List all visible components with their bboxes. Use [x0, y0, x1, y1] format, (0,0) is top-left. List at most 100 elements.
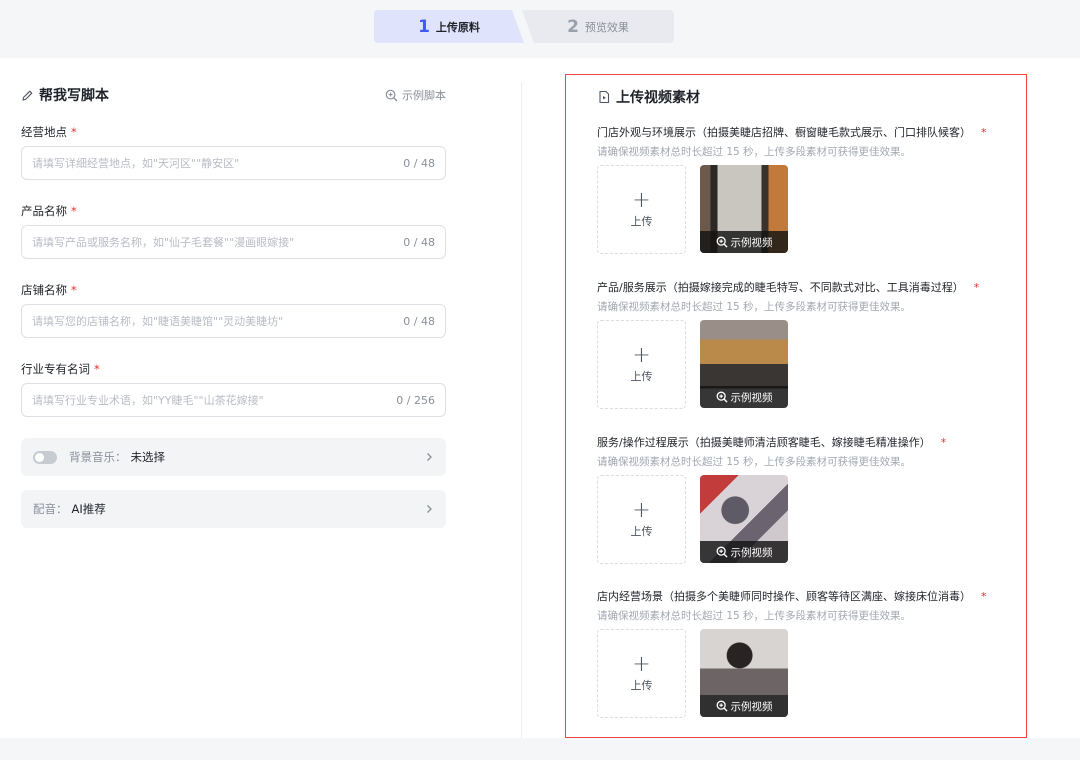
voiceover-row[interactable]: 配音： AI推荐 [21, 490, 446, 528]
step-label: 上传原料 [435, 20, 480, 34]
section-title: 店内经营场景（拍摄多个美睫师同时操作、顾客等待区满座、嫁接床位消毒） * [597, 589, 1022, 605]
zoom-in-icon [716, 546, 728, 558]
panel-divider [521, 82, 522, 738]
plus-icon: + [632, 187, 651, 213]
char-counter: 0 / 48 [403, 235, 435, 249]
section-title-text: 服务/操作过程展示（拍摄美睫师清洁顾客睫毛、嫁接睫毛精准操作） [597, 436, 931, 449]
background-music-toggle[interactable] [33, 450, 57, 464]
video-section-storefront: 门店外观与环境展示（拍摄美睫店招牌、橱窗睫毛款式展示、门口排队候客） * 请确保视… [597, 125, 1022, 254]
example-video-label: 示例视频 [730, 546, 773, 559]
zoom-in-icon [716, 236, 728, 248]
required-mark: * [71, 125, 77, 139]
char-counter: 0 / 48 [403, 314, 435, 328]
required-mark: * [973, 281, 980, 294]
media-row: + 上传 示例视频 [597, 629, 1022, 718]
section-title: 产品/服务展示（拍摄嫁接完成的睫毛特写、不同款式对比、工具消毒过程） * [597, 280, 1022, 296]
field-label: 经营地点 * [21, 124, 446, 140]
example-video-thumbnail[interactable]: 示例视频 [700, 165, 788, 253]
industry-terms-input[interactable] [32, 393, 389, 407]
example-video-thumbnail[interactable]: 示例视频 [700, 629, 788, 717]
product-name-field: 产品名称 * 0 / 48 [21, 203, 446, 259]
step-number: 1 [418, 16, 430, 37]
upload-label: 上传 [630, 678, 653, 692]
upload-button[interactable]: + 上传 [597, 629, 686, 718]
video-upload-title-text: 上传视频素材 [616, 90, 700, 106]
video-section-store-scene: 店内经营场景（拍摄多个美睫师同时操作、顾客等待区满座、嫁接床位消毒） * 请确保视… [597, 589, 1022, 718]
business-location-input[interactable] [32, 156, 396, 170]
example-video-label: 示例视频 [730, 391, 773, 404]
example-video-caption: 示例视频 [700, 231, 788, 253]
pencil-icon [21, 89, 34, 102]
char-counter: 0 / 48 [403, 156, 435, 170]
section-title-text: 门店外观与环境展示（拍摄美睫店招牌、橱窗睫毛款式展示、门口排队候客） [597, 126, 971, 139]
media-row: + 上传 示例视频 [597, 320, 1022, 409]
required-mark: * [981, 590, 987, 603]
upload-button[interactable]: + 上传 [597, 320, 686, 409]
section-hint: 请确保视频素材总时长超过 15 秒，上传多段素材可获得更佳效果。 [597, 610, 912, 622]
chevron-right-icon [424, 452, 434, 462]
video-upload-title: 上传视频素材 [597, 87, 700, 107]
example-script-link[interactable]: 示例脚本 [385, 87, 446, 103]
section-title: 服务/操作过程展示（拍摄美睫师清洁顾客睫毛、嫁接睫毛精准操作） * [597, 435, 1022, 451]
product-name-input-box: 0 / 48 [21, 225, 446, 259]
field-label: 产品名称 * [21, 203, 446, 219]
step-preview-effect[interactable]: 2 预览效果 [522, 10, 674, 43]
background-music-label: 背景音乐： [69, 450, 127, 464]
required-mark: * [71, 283, 77, 297]
upload-button[interactable]: + 上传 [597, 475, 686, 564]
field-label: 店铺名称 * [21, 282, 446, 298]
script-panel-header: 帮我写脚本 示例脚本 [21, 84, 446, 106]
section-title: 门店外观与环境展示（拍摄美睫店招牌、橱窗睫毛款式展示、门口排队候客） * [597, 125, 1022, 141]
store-name-input-box: 0 / 48 [21, 304, 446, 338]
background-music-row[interactable]: 背景音乐： 未选择 [21, 438, 446, 476]
video-upload-panel: 上传视频素材 门店外观与环境展示（拍摄美睫店招牌、橱窗睫毛款式展示、门口排队候客… [565, 74, 1027, 738]
upload-label: 上传 [630, 524, 653, 538]
step-number: 2 [567, 16, 579, 37]
voiceover-value: AI推荐 [71, 502, 106, 516]
upload-label: 上传 [630, 369, 653, 383]
script-panel-title-text: 帮我写脚本 [39, 88, 109, 104]
step-label: 预览效果 [584, 20, 629, 34]
upload-label: 上传 [630, 214, 653, 228]
zoom-in-icon [716, 391, 728, 403]
required-mark: * [981, 126, 987, 139]
media-row: + 上传 示例视频 [597, 475, 1022, 564]
field-label-text: 店铺名称 [21, 283, 67, 297]
example-video-caption: 示例视频 [700, 541, 788, 563]
plus-icon: + [632, 497, 651, 523]
media-row: + 上传 示例视频 [597, 165, 1022, 254]
required-mark: * [94, 362, 100, 376]
business-location-field: 经营地点 * 0 / 48 [21, 124, 446, 180]
industry-terms-input-box: 0 / 256 [21, 383, 446, 417]
background-music-value: 未选择 [130, 450, 166, 464]
example-video-label: 示例视频 [730, 700, 773, 713]
example-video-thumbnail[interactable]: 示例视频 [700, 475, 788, 563]
plus-icon: + [632, 342, 651, 368]
upload-button[interactable]: + 上传 [597, 165, 686, 254]
store-name-field: 店铺名称 * 0 / 48 [21, 282, 446, 338]
field-label: 行业专有名词 * [21, 361, 446, 377]
step-upload-materials[interactable]: 1 上传原料 [374, 10, 524, 43]
field-label-text: 经营地点 [21, 125, 67, 139]
section-title-text: 产品/服务展示（拍摄嫁接完成的睫毛特写、不同款式对比、工具消毒过程） [597, 281, 964, 294]
plus-icon: + [632, 651, 651, 677]
section-hint: 请确保视频素材总时长超过 15 秒，上传多段素材可获得更佳效果。 [597, 456, 912, 468]
chevron-right-icon [424, 504, 434, 514]
stepper: 1 上传原料 2 预览效果 [0, 0, 1080, 56]
required-mark: * [940, 436, 947, 449]
example-video-caption: 示例视频 [700, 386, 788, 408]
store-name-input[interactable] [32, 314, 396, 328]
field-label-text: 行业专有名词 [21, 362, 90, 376]
video-section-process: 服务/操作过程展示（拍摄美睫师清洁顾客睫毛、嫁接睫毛精准操作） * 请确保视频素材… [597, 435, 1022, 564]
zoom-in-icon [716, 700, 728, 712]
product-name-input[interactable] [32, 235, 396, 249]
voiceover-label: 配音： [33, 502, 68, 516]
section-hint: 请确保视频素材总时长超过 15 秒，上传多段素材可获得更佳效果。 [597, 301, 912, 313]
bottom-bar [0, 738, 1080, 760]
required-mark: * [71, 204, 77, 218]
field-label-text: 产品名称 [21, 204, 67, 218]
section-title-text: 店内经营场景（拍摄多个美睫师同时操作、顾客等待区满座、嫁接床位消毒） [597, 590, 971, 603]
zoom-in-icon [385, 89, 398, 102]
video-file-icon [597, 90, 611, 104]
example-video-thumbnail[interactable]: 示例视频 [700, 320, 788, 408]
